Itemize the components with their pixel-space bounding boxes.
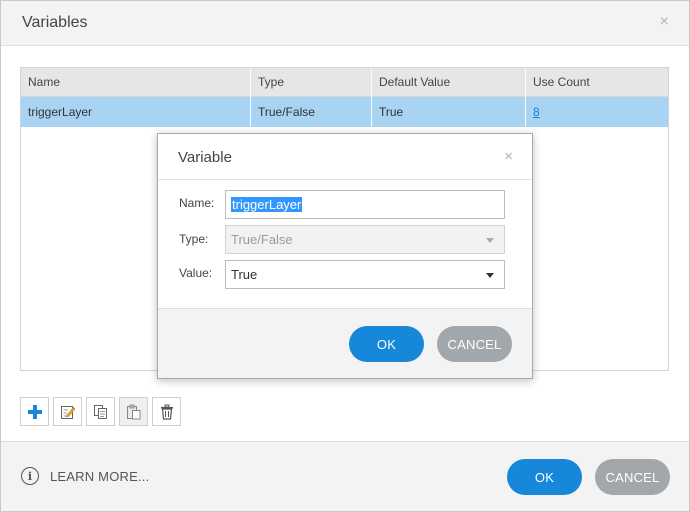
dialog-footer: OK CANCEL [158,308,532,378]
column-divider [371,68,372,127]
column-divider [250,68,251,127]
dialog-close-icon[interactable]: × [504,149,513,164]
learn-more-label: LEARN MORE... [50,468,150,484]
info-icon: i [21,467,39,485]
column-header-use-count[interactable]: Use Count [526,68,666,97]
chevron-down-icon [486,238,494,243]
row-use-count-cell: 8 [526,97,666,127]
row-type-cell: True/False [258,105,315,119]
paste-icon [126,404,140,419]
name-label: Name: [179,196,215,210]
cancel-button[interactable]: CANCEL [595,459,670,495]
type-select-value: True/False [231,232,293,247]
column-header-type[interactable]: Type [251,68,371,97]
row-default-value-cell: True [379,105,404,119]
dialog-divider [158,179,532,180]
table-header: Name Type Default Value Use Count [21,68,668,97]
column-header-name[interactable]: Name [21,68,250,97]
window-title: Variables [22,14,88,31]
window-footer: i LEARN MORE... OK CANCEL [1,441,689,511]
chevron-down-icon [486,273,494,278]
name-field-value: triggerLayer [231,197,303,212]
paste-variable-button[interactable] [119,397,148,426]
value-select[interactable]: True [225,260,505,289]
learn-more-link[interactable]: i LEARN MORE... [21,467,149,485]
table-row[interactable]: triggerLayer True/False True 8 [21,97,668,127]
ok-button[interactable]: OK [507,459,582,495]
delete-variable-button[interactable] [152,397,181,426]
variable-dialog: Variable × Name: triggerLayer Type: True… [157,133,533,379]
window-close-icon[interactable]: × [660,14,669,30]
dialog-cancel-button[interactable]: CANCEL [437,326,512,362]
trash-icon [160,404,173,420]
use-count-link[interactable]: 8 [533,105,540,119]
title-bar: Variables × [1,1,689,46]
dialog-title: Variable [178,149,232,166]
add-variable-button[interactable] [20,397,49,426]
row-name-cell: triggerLayer [28,105,93,119]
name-field[interactable]: triggerLayer [225,190,505,219]
copy-icon [93,404,107,419]
edit-variable-button[interactable] [53,397,82,426]
type-select: True/False [225,225,505,254]
value-select-value: True [231,267,258,282]
plus-icon [27,404,42,419]
copy-variable-button[interactable] [86,397,115,426]
column-divider [525,68,526,127]
dialog-ok-button[interactable]: OK [349,326,424,362]
type-label: Type: [179,232,209,246]
column-header-default-value[interactable]: Default Value [372,68,526,97]
edit-icon [60,405,75,419]
value-label: Value: [179,266,213,280]
